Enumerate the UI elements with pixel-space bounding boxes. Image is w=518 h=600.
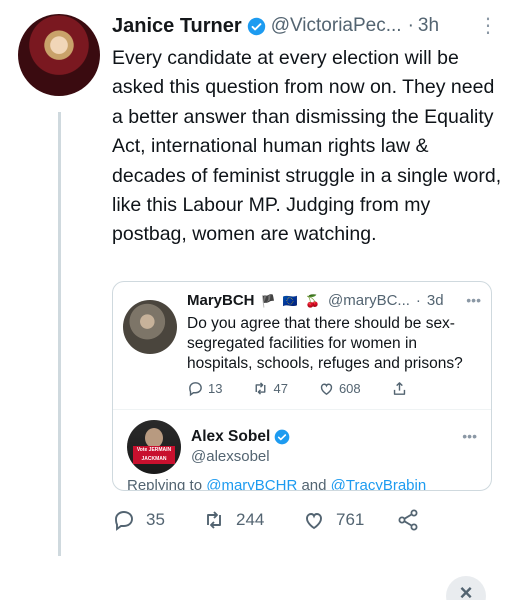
quoted-timestamp[interactable]: 3d (427, 292, 444, 309)
quoted-author-emoji: 🏴 🇪🇺 🍒 (260, 293, 323, 308)
retweet-button[interactable]: 244 (202, 508, 302, 532)
reply-author-name-row[interactable]: Alex Sobel (191, 428, 290, 446)
quoted-separator-dot: · (415, 292, 421, 309)
tweet-text: Every candidate at every election will b… (112, 47, 502, 246)
replying-to-line: Replying to @maryBCHR and @TracyBrabin (127, 477, 427, 491)
author-name[interactable]: Janice Turner (112, 15, 242, 38)
quoted-header: MaryBCH 🏴 🇪🇺 🍒 @maryBC... · 3d (187, 292, 444, 309)
quoted-like-count: 608 (338, 381, 361, 396)
quoted-share-button[interactable] (391, 380, 412, 397)
quoted-like-button[interactable]: 608 (318, 380, 361, 397)
quoted-more-icon[interactable]: ••• (466, 292, 481, 308)
mention-link[interactable]: @maryBCHR (206, 477, 297, 490)
tweet-header: Janice Turner @VictoriaPec... · 3h (112, 12, 508, 40)
retweet-count: 244 (236, 510, 265, 529)
reply-author-handle[interactable]: @alexsobel (191, 448, 270, 465)
reply-icon (115, 511, 133, 531)
quoted-reply-button[interactable]: 13 (187, 380, 222, 397)
quoted-action-bar: 13 47 608 (187, 380, 467, 397)
replying-prefix: Replying to (127, 477, 203, 491)
reply-button[interactable]: 35 (112, 508, 202, 532)
quoted-text: Do you agree that there should be sex-se… (187, 315, 463, 372)
verified-icon (247, 17, 265, 35)
verified-icon (274, 429, 290, 445)
timestamp[interactable]: 3h (418, 15, 439, 37)
thread-line (58, 112, 61, 556)
like-count: 761 (336, 510, 365, 529)
avatar-face (145, 428, 163, 448)
quoted-divider (113, 409, 491, 410)
share-icon (393, 382, 405, 395)
separator-dot: · (407, 15, 414, 36)
tweet[interactable]: Janice Turner @VictoriaPec... · 3h Every… (112, 12, 508, 250)
like-button[interactable]: 761 (302, 508, 396, 532)
tweet-action-bar: 35 244 761 (112, 508, 452, 532)
quoted-author-name[interactable]: MaryBCH (187, 292, 255, 309)
quoted-retweet-button[interactable]: 47 (252, 380, 288, 397)
reply-author-name[interactable]: Alex Sobel (191, 428, 270, 446)
reply-icon (189, 382, 202, 397)
quoted-author-avatar[interactable] (123, 300, 177, 354)
author-handle[interactable]: @VictoriaPec... (271, 15, 402, 37)
close-icon[interactable]: × (446, 576, 486, 600)
more-options-icon[interactable]: ⋮ (478, 16, 498, 36)
heart-icon (320, 383, 333, 396)
mention-link[interactable]: @TracyBrabin (331, 477, 427, 490)
reply-author-avatar[interactable]: Vote JERMAIN JACKMAN (127, 420, 181, 474)
quoted-retweet-count: 47 (273, 381, 288, 396)
retweet-icon (207, 511, 221, 529)
avatar-sign: Vote JERMAIN JACKMAN (133, 446, 175, 464)
reply-more-icon[interactable]: ••• (462, 428, 477, 444)
quoted-reply-count: 13 (208, 381, 223, 396)
heart-icon (306, 513, 322, 530)
quoted-author-handle[interactable]: @maryBC... (328, 292, 410, 309)
quoted-tweet-card[interactable]: MaryBCH 🏴 🇪🇺 🍒 @maryBC... · 3d ••• Do yo… (112, 281, 492, 491)
author-avatar[interactable] (18, 14, 100, 96)
share-nodes-icon (398, 509, 418, 531)
share-button[interactable] (396, 508, 430, 532)
retweet-icon (256, 382, 266, 395)
reply-count: 35 (146, 510, 165, 529)
replying-and: and (301, 477, 327, 491)
